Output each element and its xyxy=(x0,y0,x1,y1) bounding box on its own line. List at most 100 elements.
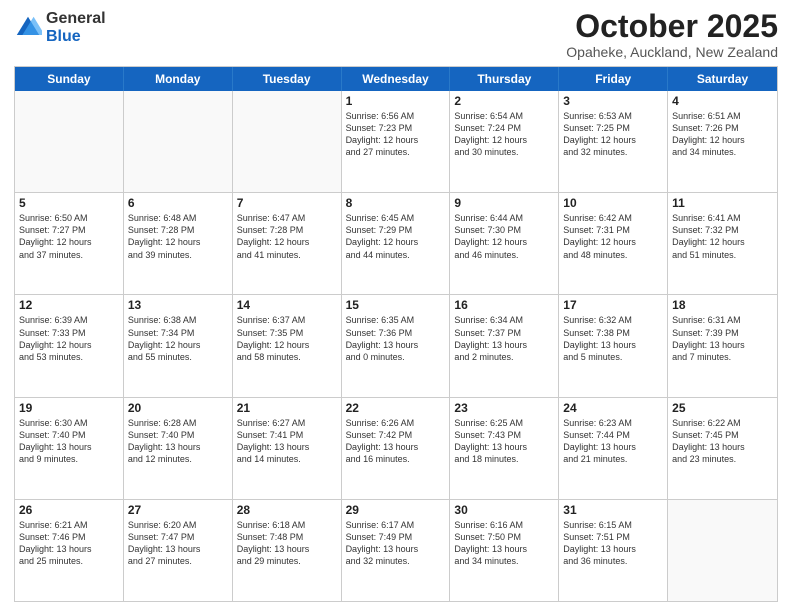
calendar-cell-5: 5 Sunrise: 6:50 AMSunset: 7:27 PMDaylight… xyxy=(15,193,124,294)
day-number: 18 xyxy=(672,298,773,312)
cell-info: Sunrise: 6:41 AMSunset: 7:32 PMDaylight:… xyxy=(672,212,773,261)
cell-info: Sunrise: 6:35 AMSunset: 7:36 PMDaylight:… xyxy=(346,314,446,363)
calendar-cell-empty-1 xyxy=(124,91,233,192)
day-number: 17 xyxy=(563,298,663,312)
day-number: 27 xyxy=(128,503,228,517)
calendar-row-3: 19 Sunrise: 6:30 AMSunset: 7:40 PMDayligh… xyxy=(15,398,777,500)
cell-info: Sunrise: 6:42 AMSunset: 7:31 PMDaylight:… xyxy=(563,212,663,261)
calendar-row-0: 1 Sunrise: 6:56 AMSunset: 7:23 PMDaylight… xyxy=(15,91,777,193)
calendar-cell-21: 21Sunrise: 6:27 AMSunset: 7:41 PMDayligh… xyxy=(233,398,342,499)
calendar-cell-empty-6 xyxy=(668,500,777,601)
cell-info: Sunrise: 6:56 AMSunset: 7:23 PMDaylight:… xyxy=(346,110,446,159)
logo-icon xyxy=(14,14,42,42)
calendar-cell-empty-0 xyxy=(15,91,124,192)
month-title: October 2025 xyxy=(566,10,778,42)
calendar-cell-12: 12Sunrise: 6:39 AMSunset: 7:33 PMDayligh… xyxy=(15,295,124,396)
day-number: 25 xyxy=(672,401,773,415)
calendar-cell-22: 22Sunrise: 6:26 AMSunset: 7:42 PMDayligh… xyxy=(342,398,451,499)
cell-info: Sunrise: 6:28 AMSunset: 7:40 PMDaylight:… xyxy=(128,417,228,466)
day-number: 7 xyxy=(237,196,337,210)
cell-info: Sunrise: 6:22 AMSunset: 7:45 PMDaylight:… xyxy=(672,417,773,466)
calendar-cell-9: 9Sunrise: 6:44 AMSunset: 7:30 PMDaylight… xyxy=(450,193,559,294)
calendar-cell-19: 19 Sunrise: 6:30 AMSunset: 7:40 PMDayligh… xyxy=(15,398,124,499)
calendar-cell-6: 6 Sunrise: 6:48 AMSunset: 7:28 PMDaylight… xyxy=(124,193,233,294)
cell-info: Sunrise: 6:23 AMSunset: 7:44 PMDaylight:… xyxy=(563,417,663,466)
day-number: 16 xyxy=(454,298,554,312)
cell-info: Sunrise: 6:48 AMSunset: 7:28 PMDaylight:… xyxy=(128,212,228,261)
cell-info: Sunrise: 6:51 AMSunset: 7:26 PMDaylight:… xyxy=(672,110,773,159)
logo-text: General Blue xyxy=(46,10,106,45)
header-day-wednesday: Wednesday xyxy=(342,67,451,91)
day-number: 29 xyxy=(346,503,446,517)
page: General Blue October 2025 Opaheke, Auckl… xyxy=(0,0,792,612)
header-day-tuesday: Tuesday xyxy=(233,67,342,91)
calendar-cell-1: 1 Sunrise: 6:56 AMSunset: 7:23 PMDaylight… xyxy=(342,91,451,192)
cell-info: Sunrise: 6:53 AMSunset: 7:25 PMDaylight:… xyxy=(563,110,663,159)
day-number: 1 xyxy=(346,94,446,108)
day-number: 11 xyxy=(672,196,773,210)
cell-info: Sunrise: 6:15 AMSunset: 7:51 PMDaylight:… xyxy=(563,519,663,568)
logo-general-text: General xyxy=(46,10,106,28)
logo-blue-text: Blue xyxy=(46,28,106,46)
calendar-cell-7: 7Sunrise: 6:47 AMSunset: 7:28 PMDaylight… xyxy=(233,193,342,294)
calendar-row-1: 5 Sunrise: 6:50 AMSunset: 7:27 PMDaylight… xyxy=(15,193,777,295)
calendar-cell-20: 20 Sunrise: 6:28 AMSunset: 7:40 PMDayligh… xyxy=(124,398,233,499)
day-number: 10 xyxy=(563,196,663,210)
cell-info: Sunrise: 6:25 AMSunset: 7:43 PMDaylight:… xyxy=(454,417,554,466)
cell-info: Sunrise: 6:17 AMSunset: 7:49 PMDaylight:… xyxy=(346,519,446,568)
day-number: 5 xyxy=(19,196,119,210)
header-day-friday: Friday xyxy=(559,67,668,91)
day-number: 28 xyxy=(237,503,337,517)
header-day-saturday: Saturday xyxy=(668,67,777,91)
day-number: 20 xyxy=(128,401,228,415)
day-number: 14 xyxy=(237,298,337,312)
day-number: 24 xyxy=(563,401,663,415)
calendar-cell-26: 26Sunrise: 6:21 AMSunset: 7:46 PMDayligh… xyxy=(15,500,124,601)
calendar-cell-4: 4 Sunrise: 6:51 AMSunset: 7:26 PMDaylight… xyxy=(668,91,777,192)
title-section: October 2025 Opaheke, Auckland, New Zeal… xyxy=(566,10,778,60)
day-number: 4 xyxy=(672,94,773,108)
calendar-cell-14: 14Sunrise: 6:37 AMSunset: 7:35 PMDayligh… xyxy=(233,295,342,396)
calendar-cell-28: 28 Sunrise: 6:18 AMSunset: 7:48 PMDayligh… xyxy=(233,500,342,601)
calendar-cell-2: 2 Sunrise: 6:54 AMSunset: 7:24 PMDaylight… xyxy=(450,91,559,192)
calendar-cell-16: 16 Sunrise: 6:34 AMSunset: 7:37 PMDayligh… xyxy=(450,295,559,396)
cell-info: Sunrise: 6:21 AMSunset: 7:46 PMDaylight:… xyxy=(19,519,119,568)
calendar-cell-18: 18Sunrise: 6:31 AMSunset: 7:39 PMDayligh… xyxy=(668,295,777,396)
day-number: 12 xyxy=(19,298,119,312)
calendar-cell-30: 30 Sunrise: 6:16 AMSunset: 7:50 PMDayligh… xyxy=(450,500,559,601)
day-number: 3 xyxy=(563,94,663,108)
header-day-sunday: Sunday xyxy=(15,67,124,91)
day-number: 8 xyxy=(346,196,446,210)
cell-info: Sunrise: 6:38 AMSunset: 7:34 PMDaylight:… xyxy=(128,314,228,363)
calendar-cell-27: 27Sunrise: 6:20 AMSunset: 7:47 PMDayligh… xyxy=(124,500,233,601)
calendar-cell-8: 8 Sunrise: 6:45 AMSunset: 7:29 PMDaylight… xyxy=(342,193,451,294)
day-number: 30 xyxy=(454,503,554,517)
cell-info: Sunrise: 6:34 AMSunset: 7:37 PMDaylight:… xyxy=(454,314,554,363)
day-number: 19 xyxy=(19,401,119,415)
calendar-cell-23: 23 Sunrise: 6:25 AMSunset: 7:43 PMDayligh… xyxy=(450,398,559,499)
cell-info: Sunrise: 6:50 AMSunset: 7:27 PMDaylight:… xyxy=(19,212,119,261)
day-number: 2 xyxy=(454,94,554,108)
calendar-cell-17: 17 Sunrise: 6:32 AMSunset: 7:38 PMDayligh… xyxy=(559,295,668,396)
day-number: 23 xyxy=(454,401,554,415)
cell-info: Sunrise: 6:45 AMSunset: 7:29 PMDaylight:… xyxy=(346,212,446,261)
header-day-thursday: Thursday xyxy=(450,67,559,91)
day-number: 6 xyxy=(128,196,228,210)
cell-info: Sunrise: 6:18 AMSunset: 7:48 PMDaylight:… xyxy=(237,519,337,568)
calendar-row-2: 12Sunrise: 6:39 AMSunset: 7:33 PMDayligh… xyxy=(15,295,777,397)
calendar-cell-25: 25 Sunrise: 6:22 AMSunset: 7:45 PMDayligh… xyxy=(668,398,777,499)
cell-info: Sunrise: 6:32 AMSunset: 7:38 PMDaylight:… xyxy=(563,314,663,363)
calendar-cell-31: 31Sunrise: 6:15 AMSunset: 7:51 PMDayligh… xyxy=(559,500,668,601)
logo: General Blue xyxy=(14,10,106,45)
calendar-cell-15: 15Sunrise: 6:35 AMSunset: 7:36 PMDayligh… xyxy=(342,295,451,396)
calendar: SundayMondayTuesdayWednesdayThursdayFrid… xyxy=(14,66,778,602)
cell-info: Sunrise: 6:54 AMSunset: 7:24 PMDaylight:… xyxy=(454,110,554,159)
calendar-cell-13: 13Sunrise: 6:38 AMSunset: 7:34 PMDayligh… xyxy=(124,295,233,396)
calendar-row-4: 26Sunrise: 6:21 AMSunset: 7:46 PMDayligh… xyxy=(15,500,777,601)
calendar-cell-3: 3 Sunrise: 6:53 AMSunset: 7:25 PMDaylight… xyxy=(559,91,668,192)
calendar-cell-11: 11 Sunrise: 6:41 AMSunset: 7:32 PMDayligh… xyxy=(668,193,777,294)
cell-info: Sunrise: 6:44 AMSunset: 7:30 PMDaylight:… xyxy=(454,212,554,261)
cell-info: Sunrise: 6:16 AMSunset: 7:50 PMDaylight:… xyxy=(454,519,554,568)
header: General Blue October 2025 Opaheke, Auckl… xyxy=(14,10,778,60)
cell-info: Sunrise: 6:30 AMSunset: 7:40 PMDaylight:… xyxy=(19,417,119,466)
